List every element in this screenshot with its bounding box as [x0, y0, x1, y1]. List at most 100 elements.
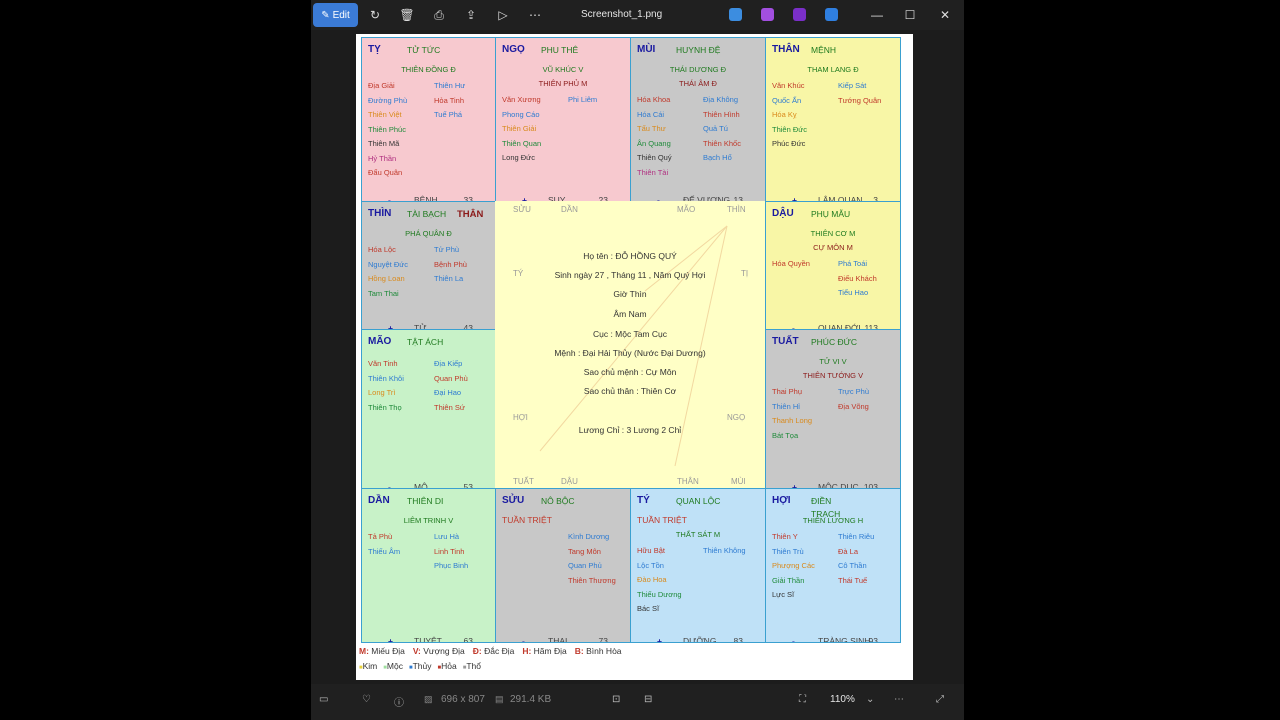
window-title: Screenshot_1.png — [581, 9, 663, 20]
app-icon-3[interactable] — [793, 8, 806, 21]
maximize-icon[interactable]: ☐ — [900, 6, 920, 24]
rotate-icon[interactable]: ↻ — [366, 6, 384, 24]
palace-cell: MÙI HUYNH ĐỆ THÁI DƯƠNG Đ THÁI ÂM Đ Hóa Khoa… — [630, 37, 766, 202]
legend-label: Miếu Địa — [371, 646, 405, 656]
minor-star-right: Quan Phủ — [568, 561, 602, 570]
image-dimensions: 696 x 807 — [441, 694, 485, 705]
palace-branch: DẬU — [772, 208, 794, 219]
minor-star-left: Thiên Phúc — [368, 124, 406, 134]
minor-star-right: Linh Tinh — [434, 546, 465, 556]
minor-star-left: Hữu Bật — [637, 546, 665, 555]
favorite-icon[interactable]: ♡ — [362, 694, 371, 705]
film-strip-icon[interactable]: ▭ — [319, 694, 328, 705]
minor-star-left: Lực Sĩ — [772, 590, 795, 599]
more-icon[interactable]: ⋯ — [526, 6, 544, 24]
minor-star-left: Thiên Quan — [502, 138, 542, 148]
palace-branch: SỬU — [502, 495, 525, 506]
minor-star-left: Thiên Việt — [368, 110, 402, 119]
minor-star-right: Quan Phù — [434, 373, 468, 383]
minor-star-left: Tả Phù — [368, 532, 393, 541]
more-options-icon[interactable]: ⋯ — [894, 694, 904, 705]
toolbar: ✎ Edit ↻ 🗑 ⎙ ⇪ ▷ ⋯ Screenshot_1.png — ☐ ✕ — [311, 0, 964, 30]
minor-star-left: Bác Sĩ — [637, 604, 660, 613]
minor-star-left: Văn Khúc — [772, 81, 805, 90]
delete-icon[interactable]: 🗑 — [398, 6, 416, 24]
minor-star-left: Hóa Kỵ — [772, 110, 797, 119]
palace-name: HUYNH ĐỆ — [676, 45, 721, 55]
palace-branch: TÝ — [637, 495, 650, 506]
minor-star-right: Thái Tuế — [838, 575, 868, 585]
edit-button[interactable]: ✎ Edit — [313, 3, 358, 27]
minor-star-right: Thiên Riêu — [838, 532, 875, 541]
minor-star-right: Phi Liêm — [568, 95, 598, 104]
minor-star-left: Phúc Đức — [772, 139, 806, 148]
palace-cell: SỬU NÔ BỘC TUẦN TRIỆT Kình Dương Tang Môn Qua… — [495, 488, 631, 643]
palace-branch: DẦN — [368, 495, 390, 506]
minor-star-right: Kình Dương — [568, 532, 610, 541]
minor-star-left: Phong Cáo — [502, 109, 540, 119]
actual-size-icon[interactable]: ⛶ — [799, 694, 806, 705]
app-icon-2[interactable] — [761, 8, 774, 21]
pencil-icon: ✎ — [321, 9, 330, 21]
main-star-2: CỰ MÔN M — [813, 243, 853, 252]
legend-label: Mộc — [386, 661, 403, 671]
minor-star-left: Hỷ Thần — [368, 153, 397, 163]
center-info-line: Âm Nam — [613, 309, 647, 319]
fullscreen-icon[interactable]: ⤢ — [936, 694, 944, 705]
palace-branch: MÃO — [368, 336, 392, 347]
share-icon[interactable]: ⇪ — [462, 6, 480, 24]
minor-star-left: Thiên Khôi — [368, 373, 404, 383]
center-lines — [539, 225, 728, 467]
legend-item: ■Kim — [359, 661, 377, 671]
palace-cell: DẬU PHỤ MẪU THIÊN CƠ M CỰ MÔN M Hóa Quyền Phá… — [765, 201, 901, 330]
minor-star-right: Hỏa Tinh — [434, 95, 465, 105]
center-branch-label: SỬU — [513, 205, 531, 214]
yin-yang-sign: + — [657, 636, 662, 643]
info-icon[interactable]: ⓘ — [394, 694, 404, 709]
main-star: VŨ KHÚC V — [542, 65, 584, 74]
minor-star-left: Thiên Quý — [637, 153, 672, 162]
minor-star-right: Phục Binh — [434, 561, 469, 570]
app-icon-4[interactable] — [825, 8, 838, 21]
zoom-level[interactable]: 110% — [830, 694, 855, 705]
palace-branch: MÙI — [637, 44, 656, 55]
yin-yang-sign: + — [388, 636, 393, 643]
compare-icon[interactable]: ⊟ — [644, 694, 652, 705]
close-icon[interactable]: ✕ — [935, 6, 955, 24]
main-star: LIÊM TRINH V — [403, 516, 454, 525]
minor-star-left: Giải Thần — [772, 575, 805, 585]
minor-star-left: Đường Phù — [368, 95, 408, 105]
palace-branch: NGỌ — [502, 44, 525, 55]
chart-center: Họ tên : ĐỖ HỒNG QUÝ Sinh ngày 27 , Tháng… — [495, 201, 765, 488]
minor-star-right: Thiên Không — [703, 546, 746, 555]
main-star: PHÁ QUÂN Đ — [405, 229, 452, 238]
print-icon[interactable]: ⎙ — [430, 6, 448, 24]
slideshow-icon[interactable]: ▷ — [494, 6, 512, 24]
zoom-dropdown-icon[interactable]: ⌄ — [866, 694, 874, 705]
minor-star-left: Đẩu Quân — [368, 168, 403, 177]
zoom-fit-icon[interactable]: ⊡ — [612, 694, 620, 705]
app-icon-1[interactable] — [729, 8, 742, 21]
minor-star-left: Tam Thai — [368, 288, 399, 298]
main-star: THIÊN ĐỒNG Đ — [401, 65, 456, 74]
center-info-line: Cục : Mộc Tam Cục — [592, 329, 667, 339]
minor-star-left: Tấu Thư — [637, 124, 666, 133]
minor-star-left: Nguyệt Đức — [368, 259, 409, 269]
palace-name: TẬT ÁCH — [407, 337, 444, 347]
legend-label: Đắc Địa — [484, 646, 515, 656]
minor-star-left: Bát Tọa — [772, 430, 799, 440]
legend-label: Vượng Địa — [423, 646, 465, 656]
body-tag: THÂN — [457, 209, 484, 220]
palace-name: PHÚC ĐỨC — [811, 337, 857, 347]
age-number: 93 — [868, 636, 878, 643]
legend-item: ■Thổ — [463, 661, 481, 671]
minimize-icon[interactable]: — — [867, 6, 887, 24]
minor-star-left: Văn Xương — [502, 95, 541, 104]
palace-name: TỬ TỨC — [407, 45, 441, 55]
minor-star-right: Bệnh Phù — [434, 259, 467, 269]
minor-star-right: Lưu Hà — [434, 532, 460, 541]
center-info-line: Sao chủ thân : Thiên Cơ — [583, 386, 677, 396]
palace-cell: TỴ TỬ TỨC THIÊN ĐỒNG Đ Địa Giải Đường Phù Thi… — [361, 37, 496, 202]
minor-star-left: Hóa Quyền — [772, 259, 810, 268]
life-phase: THAI — [548, 636, 568, 643]
